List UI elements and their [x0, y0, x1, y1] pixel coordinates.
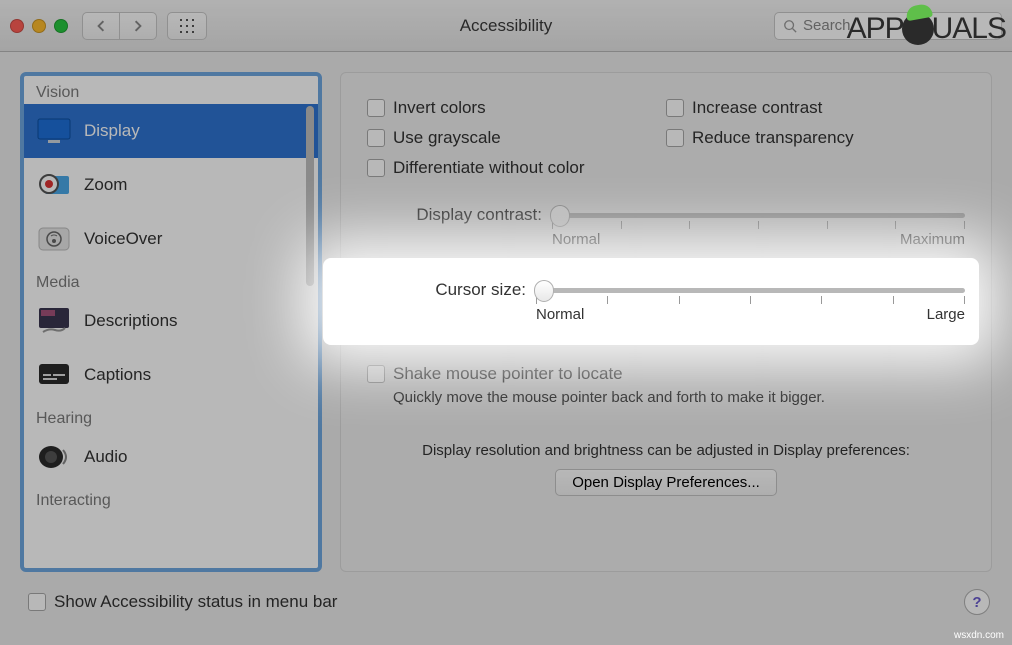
help-button[interactable]: ? [964, 589, 990, 615]
watermark: APPUALS [847, 12, 1006, 46]
appuals-logo-icon [902, 13, 934, 45]
shake-pointer-checkbox[interactable]: Shake mouse pointer to locate [367, 359, 965, 389]
sidebar-group-hearing: Hearing [24, 402, 318, 430]
display-contrast-label: Display contrast: [397, 205, 542, 225]
sidebar-item-label: Captions [84, 365, 151, 385]
search-icon [783, 19, 797, 33]
reduce-transparency-checkbox[interactable]: Reduce transparency [666, 123, 965, 153]
voiceover-icon [36, 224, 72, 254]
sidebar-group-vision: Vision [24, 76, 318, 104]
open-display-prefs-button[interactable]: Open Display Preferences... [555, 469, 777, 496]
use-grayscale-checkbox[interactable]: Use grayscale [367, 123, 666, 153]
sidebar-group-media: Media [24, 266, 318, 294]
slider-thumb[interactable] [550, 205, 570, 227]
cursor-max-label: Large [927, 306, 965, 323]
cursor-min-label: Normal [536, 306, 584, 323]
show-status-menubar-checkbox[interactable]: Show Accessibility status in menu bar [28, 587, 337, 617]
sidebar-item-descriptions[interactable]: Descriptions [24, 294, 318, 348]
descriptions-icon [36, 306, 72, 336]
sidebar-item-zoom[interactable]: Zoom [24, 158, 318, 212]
sidebar-item-audio[interactable]: Audio [24, 430, 318, 484]
display-settings-pane: Invert colors Use grayscale Differentiat… [340, 72, 992, 572]
cursor-size-label: Cursor size: [381, 280, 526, 300]
contrast-max-label: Maximum [900, 231, 965, 248]
slider-thumb[interactable] [534, 280, 554, 302]
captions-icon [36, 360, 72, 390]
display-contrast-slider[interactable] [552, 213, 965, 218]
source-footnote: wsxdn.com [954, 630, 1004, 641]
sidebar-item-voiceover[interactable]: VoiceOver [24, 212, 318, 266]
invert-colors-checkbox[interactable]: Invert colors [367, 93, 666, 123]
increase-contrast-checkbox[interactable]: Increase contrast [666, 93, 965, 123]
sidebar-item-label: Descriptions [84, 311, 178, 331]
sidebar-item-label: Display [84, 121, 140, 141]
cursor-size-highlight: Cursor size: Normal Large [323, 258, 979, 345]
sidebar-group-interacting: Interacting [24, 484, 318, 512]
audio-icon [36, 442, 72, 472]
accessibility-category-sidebar: Vision Display Zoom VoiceOver Media [20, 72, 322, 572]
sidebar-scrollbar[interactable] [306, 106, 314, 286]
cursor-size-slider[interactable] [536, 288, 965, 293]
differentiate-color-checkbox[interactable]: Differentiate without color [367, 153, 666, 183]
shake-pointer-hint: Quickly move the mouse pointer back and … [393, 389, 965, 406]
sidebar-item-display[interactable]: Display [24, 104, 318, 158]
search-placeholder: Search [803, 17, 851, 34]
sidebar-item-captions[interactable]: Captions [24, 348, 318, 402]
sidebar-item-label: Audio [84, 447, 127, 467]
zoom-icon [36, 170, 72, 200]
sidebar-item-label: VoiceOver [84, 229, 162, 249]
contrast-min-label: Normal [552, 231, 600, 248]
display-prefs-note: Display resolution and brightness can be… [367, 442, 965, 459]
display-icon [36, 116, 72, 146]
sidebar-item-label: Zoom [84, 175, 127, 195]
